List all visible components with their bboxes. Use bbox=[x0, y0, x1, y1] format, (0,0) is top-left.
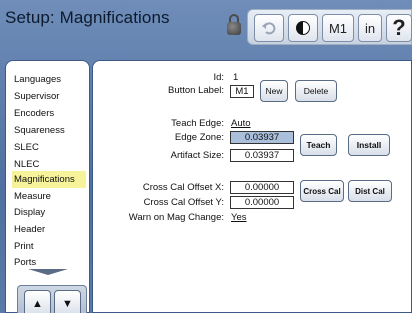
arrow-down-icon: ▼ bbox=[62, 297, 73, 310]
arrow-up-icon: ▲ bbox=[32, 297, 43, 310]
delete-button[interactable]: Delete bbox=[295, 80, 337, 102]
menu-item-measure[interactable]: Measure bbox=[12, 188, 86, 205]
dist-cal-button[interactable]: Dist Cal bbox=[348, 180, 392, 202]
button-label-label: Button Label: bbox=[168, 85, 224, 96]
install-button[interactable]: Install bbox=[348, 134, 390, 156]
undo-button[interactable] bbox=[254, 14, 284, 42]
menu-item-header[interactable]: Header bbox=[12, 221, 86, 238]
menu-item-encoders[interactable]: Encoders bbox=[12, 105, 86, 122]
id-value: 1 bbox=[233, 72, 239, 83]
units-button[interactable]: in bbox=[358, 14, 382, 42]
toolbar: M1 in ? bbox=[247, 9, 412, 45]
menu-item-display[interactable]: Display bbox=[12, 204, 86, 221]
warn-on-mag-change-value[interactable]: Yes bbox=[231, 212, 247, 223]
scroll-down-indicator-icon bbox=[28, 269, 68, 275]
screen: Setup: Magnifications M1 in ? Languages … bbox=[0, 0, 412, 313]
page-title: Setup: Magnifications bbox=[5, 8, 170, 27]
id-label: Id: bbox=[213, 72, 224, 83]
contrast-icon bbox=[296, 21, 310, 35]
scroll-down-button[interactable]: ▼ bbox=[54, 290, 81, 313]
cross-cal-offset-x-field[interactable]: 0.00000 bbox=[230, 181, 294, 194]
lock-icon[interactable] bbox=[227, 14, 241, 36]
help-button[interactable]: ? bbox=[386, 14, 412, 42]
cross-cal-button[interactable]: Cross Cal bbox=[300, 180, 344, 202]
artifact-size-label: Artifact Size: bbox=[170, 150, 224, 161]
undo-icon bbox=[262, 22, 276, 35]
new-button[interactable]: New bbox=[260, 80, 288, 102]
contrast-button[interactable] bbox=[288, 14, 318, 42]
teach-edge-label: Teach Edge: bbox=[171, 118, 224, 129]
cross-cal-offset-x-label: Cross Cal Offset X: bbox=[142, 182, 224, 193]
menu-item-languages[interactable]: Languages bbox=[12, 71, 86, 88]
menu-item-squareness[interactable]: Squareness bbox=[12, 122, 86, 139]
menu-item-supervisor[interactable]: Supervisor bbox=[12, 88, 86, 105]
magnification-button[interactable]: M1 bbox=[322, 14, 354, 42]
edge-zone-field[interactable]: 0.03937 bbox=[230, 131, 294, 144]
button-label-field[interactable]: M1 bbox=[230, 85, 254, 98]
warn-on-mag-change-label: Warn on Mag Change: bbox=[128, 212, 224, 223]
cross-cal-offset-y-field[interactable]: 0.00000 bbox=[230, 196, 294, 209]
scroll-up-button[interactable]: ▲ bbox=[24, 290, 51, 313]
menu-item-slec[interactable]: SLEC bbox=[12, 139, 86, 156]
teach-button[interactable]: Teach bbox=[300, 134, 337, 156]
setup-menu: Languages Supervisor Encoders Squareness… bbox=[5, 60, 90, 313]
teach-edge-value[interactable]: Auto bbox=[231, 118, 251, 129]
magnification-settings-panel: Id: 1 Button Label: M1 New Delete Teach … bbox=[92, 60, 412, 313]
menu-item-magnifications[interactable]: Magnifications bbox=[12, 171, 86, 188]
edge-zone-label: Edge Zone: bbox=[174, 132, 224, 143]
menu-scroll-controls: ▲ ▼ bbox=[17, 285, 87, 313]
cross-cal-offset-y-label: Cross Cal Offset Y: bbox=[143, 197, 224, 208]
menu-item-print[interactable]: Print bbox=[12, 238, 86, 255]
artifact-size-field[interactable]: 0.03937 bbox=[230, 149, 294, 162]
